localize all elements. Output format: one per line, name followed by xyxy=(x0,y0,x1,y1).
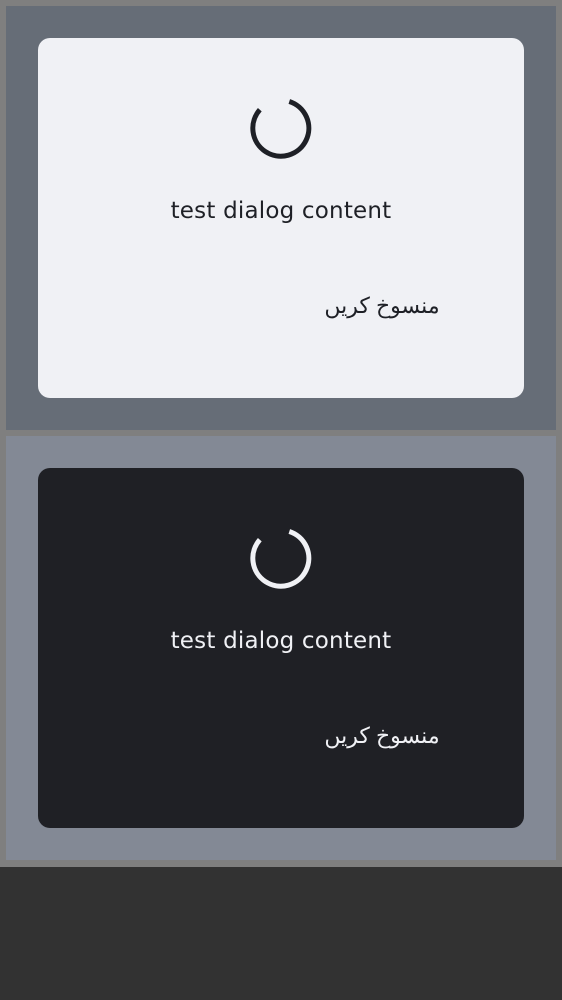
dark-dialog: test dialog content منسوخ کریں xyxy=(38,468,524,828)
cancel-button[interactable]: منسوخ کریں xyxy=(312,716,452,756)
dialog-content-text: test dialog content xyxy=(170,198,392,224)
cancel-button[interactable]: منسوخ کریں xyxy=(312,286,452,326)
bottom-bar xyxy=(0,867,562,1000)
light-dialog: test dialog content منسوخ کریں xyxy=(38,38,524,398)
loading-spinner-icon xyxy=(250,529,312,589)
light-theme-scrim: test dialog content منسوخ کریں xyxy=(6,6,556,430)
dark-theme-scrim: test dialog content منسوخ کریں xyxy=(6,436,556,860)
dialog-content-text: test dialog content xyxy=(170,628,392,654)
loading-spinner-icon xyxy=(250,99,312,159)
